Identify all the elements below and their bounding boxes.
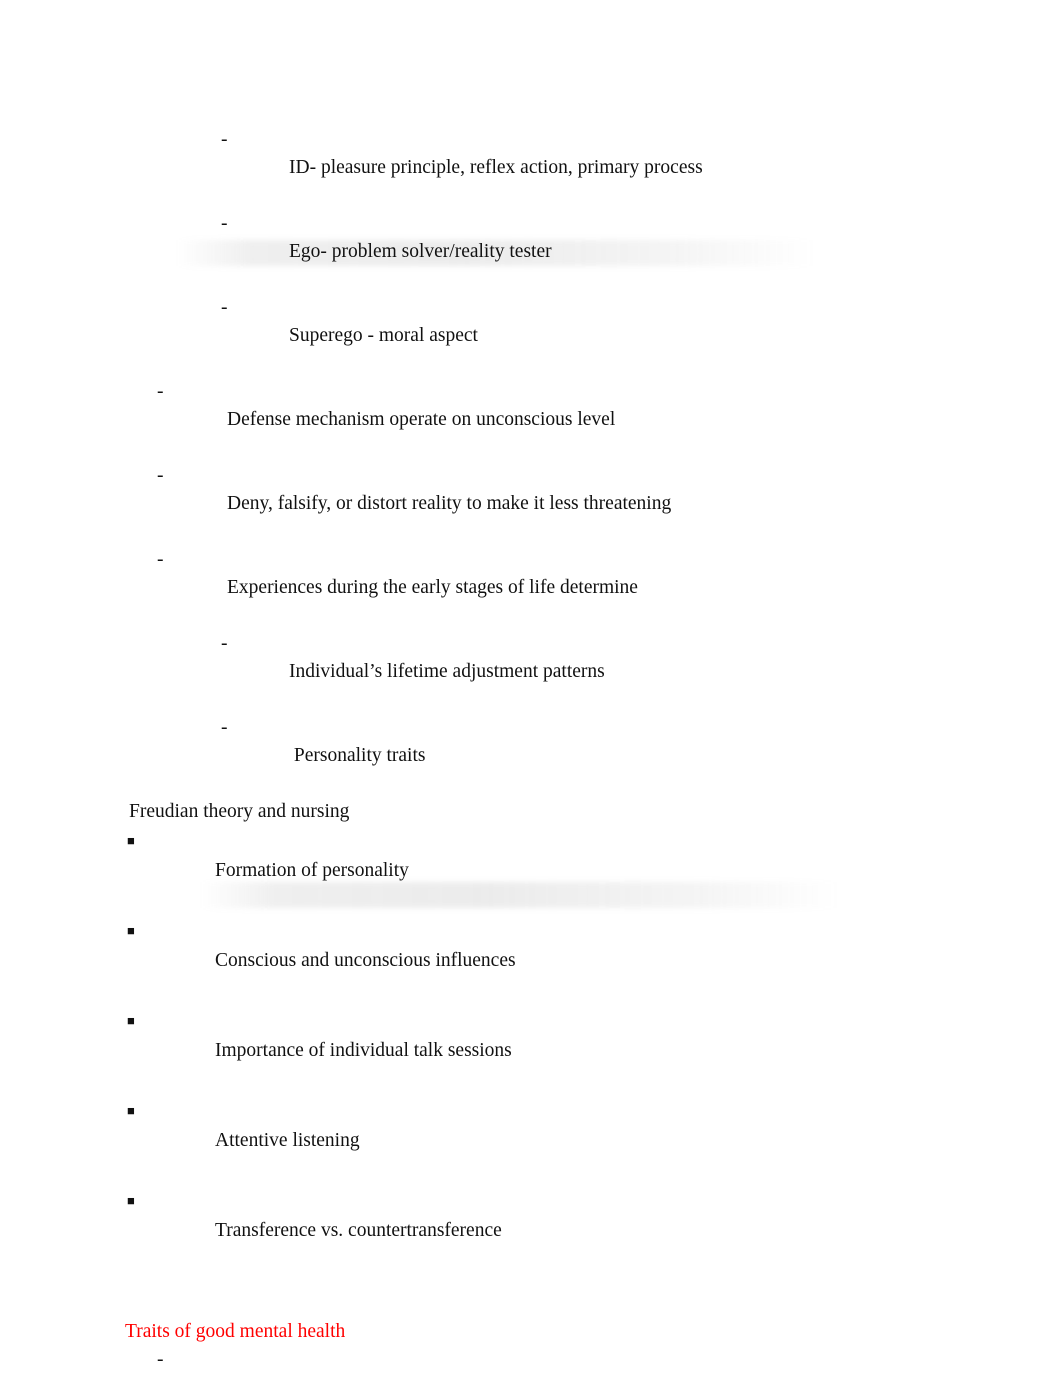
section-freud-structure: - ID- pleasure principle, reflex action, …	[0, 126, 1062, 798]
section-lead-line: Freudian theory and nursing	[129, 801, 350, 822]
list-item-text: Importance of individual talk sessions	[215, 1040, 512, 1061]
list-item: - Personality traits	[0, 714, 1062, 798]
list-item-text: Deny, falsify, or distort reality to mak…	[227, 493, 672, 514]
square-bullet-icon: ■	[127, 1013, 135, 1028]
dash-marker: -	[157, 465, 164, 486]
list-item: - Superego - moral aspect	[0, 294, 1062, 378]
list-item: ■ Formation of personality	[0, 826, 1062, 916]
square-bullet-icon: ■	[127, 833, 135, 848]
list-item: ■ Conscious and unconscious influences	[0, 916, 1062, 1006]
square-bullet-icon: ■	[127, 1193, 135, 1208]
section-heading: Traits of good mental health	[125, 1321, 346, 1342]
list-item-text: ID- pleasure principle, reflex action, p…	[289, 157, 703, 178]
dash-marker: -	[157, 1349, 164, 1370]
list-item-text: Individual’s lifetime adjustment pattern…	[289, 661, 605, 682]
list-item-text: Attentive listening	[215, 1130, 360, 1151]
document-page: - ID- pleasure principle, reflex action, …	[0, 0, 1062, 1376]
list-item: - ID- pleasure principle, reflex action, …	[0, 126, 1062, 210]
list-item: ■ Transference vs. countertransference	[0, 1186, 1062, 1276]
dash-marker: -	[221, 129, 228, 150]
list-item-text: Formation of personality	[215, 860, 409, 881]
list-item: - Experiences during the early stages of …	[0, 546, 1062, 630]
square-bullet-icon: ■	[127, 923, 135, 938]
list-item-text: Ego- problem solver/reality tester	[289, 241, 552, 262]
dash-marker: -	[157, 381, 164, 402]
dash-marker: -	[221, 297, 228, 318]
list-item: -Think rationally	[0, 1346, 1062, 1376]
list-item-text: Experiences during the early stages of l…	[227, 577, 638, 598]
list-item: - Ego- problem solver/reality tester	[0, 210, 1062, 294]
list-item-text: Superego - moral aspect	[289, 325, 478, 346]
section-traits-good-mental-health: Traits of good mental health -Think rati…	[0, 1318, 1062, 1376]
section-freudian-theory-nursing: Freudian theory and nursing ■ Formation o…	[0, 798, 1062, 1276]
list-item-text: Defense mechanism operate on unconscious…	[227, 409, 616, 430]
document-content: - ID- pleasure principle, reflex action, …	[0, 126, 1062, 1376]
list-item-highlighted: - Deny, falsify, or distort reality to ma…	[0, 462, 1062, 546]
dash-marker: -	[221, 717, 228, 738]
list-item: - Defense mechanism operate on unconsciou…	[0, 378, 1062, 462]
list-item: ■ Importance of individual talk sessions	[0, 1006, 1062, 1096]
dash-marker: -	[157, 549, 164, 570]
list-item: - Individual’s lifetime adjustment patter…	[0, 630, 1062, 714]
dash-marker: -	[221, 633, 228, 654]
list-item-text: Conscious and unconscious influences	[215, 950, 516, 971]
list-item-text: Transference vs. countertransference	[215, 1220, 502, 1241]
list-item-text: Personality traits	[289, 745, 426, 766]
dash-marker: -	[221, 213, 228, 234]
square-bullet-icon: ■	[127, 1103, 135, 1118]
list-item: ■ Attentive listening	[0, 1096, 1062, 1186]
